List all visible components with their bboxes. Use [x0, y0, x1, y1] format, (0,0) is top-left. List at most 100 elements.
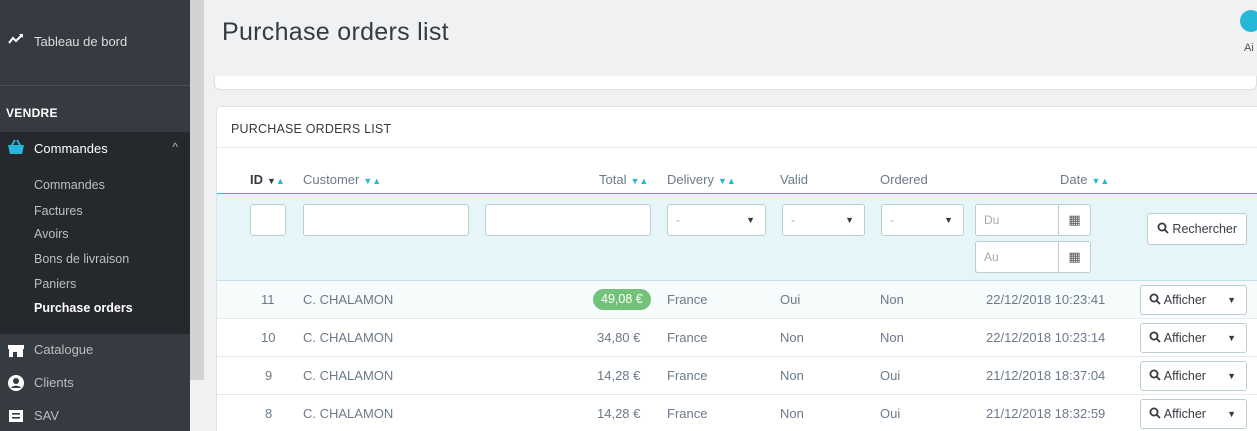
caret-down-icon[interactable]: ▼	[1227, 286, 1236, 314]
cell-id: 9	[265, 368, 273, 383]
view-button[interactable]: Afficher ▼	[1140, 285, 1247, 315]
calendar-icon[interactable]: ▦	[1058, 205, 1090, 235]
message-icon	[6, 406, 26, 426]
sidebar-item-sav[interactable]: SAV	[0, 400, 190, 431]
view-button[interactable]: Afficher ▼	[1140, 361, 1247, 391]
sidebar-subitem-purchase-orders[interactable]: Purchase orders	[34, 301, 133, 315]
zoom-icon	[1149, 331, 1161, 345]
filter-ordered-select[interactable]: - ▼	[881, 204, 964, 236]
zoom-icon	[1149, 369, 1161, 383]
sort-icon[interactable]: ▼▲	[718, 176, 736, 186]
caret-down-icon: ▼	[944, 215, 953, 225]
sidebar-item-clients[interactable]: Clients	[0, 367, 190, 399]
sort-icon[interactable]: ▼▲	[267, 176, 285, 186]
divider	[217, 147, 1257, 148]
caret-down-icon: ▼	[845, 215, 854, 225]
sidebar-item-dashboard[interactable]: Tableau de bord	[0, 0, 190, 86]
filter-valid-select[interactable]: - ▼	[782, 204, 865, 236]
help-label[interactable]: Ai	[1244, 42, 1254, 54]
sort-icon[interactable]: ▼▲	[1091, 176, 1109, 186]
chevron-up-icon: ^	[172, 140, 178, 154]
cell-valid: Non	[780, 406, 804, 421]
column-header-customer[interactable]: Customer ▼▲	[303, 172, 381, 187]
sort-icon[interactable]: ▼▲	[630, 176, 648, 186]
toolbar-card	[214, 76, 1257, 90]
filter-delivery-select[interactable]: - ▼	[667, 204, 766, 236]
zoom-icon	[1149, 293, 1161, 307]
column-header-id[interactable]: ID ▼▲	[250, 172, 285, 187]
column-header-delivery[interactable]: Delivery ▼▲	[667, 172, 736, 187]
sidebar-item-orders[interactable]: Commandes ^	[0, 132, 190, 164]
sidebar-item-label: Commandes	[34, 141, 108, 156]
column-header-label: Total	[599, 172, 627, 187]
cell-customer: C. CHALAMON	[303, 330, 394, 345]
cell-valid: Oui	[780, 292, 801, 307]
view-button-label: Afficher	[1163, 331, 1206, 345]
table-row[interactable]: 8 C. CHALAMON 14,28 € France Non Oui 21/…	[217, 395, 1257, 431]
sidebar-submenu: Commandes Factures Avoirs Bons de livrai…	[0, 164, 190, 334]
view-button[interactable]: Afficher ▼	[1140, 323, 1247, 353]
cell-id: 8	[265, 406, 273, 421]
column-header-label: Date	[1060, 172, 1088, 187]
sidebar-item-label: SAV	[34, 408, 60, 423]
search-icon	[1157, 222, 1172, 236]
column-header-ordered: Ordered	[880, 172, 928, 187]
search-button-label: Rechercher	[1172, 222, 1238, 236]
caret-down-icon[interactable]: ▼	[1227, 324, 1236, 352]
cell-customer: C. CHALAMON	[303, 406, 394, 421]
column-header-total[interactable]: Total ▼▲	[599, 172, 648, 187]
table-row[interactable]: 9 C. CHALAMON 14,28 € France Non Oui 21/…	[217, 357, 1257, 395]
cell-delivery: France	[667, 368, 708, 383]
cell-ordered: Non	[880, 292, 904, 307]
sidebar-item-label: Tableau de bord	[34, 34, 128, 49]
cell-customer: C. CHALAMON	[303, 368, 394, 383]
cell-total: 14,28 €	[597, 406, 641, 421]
basket-icon	[6, 138, 26, 158]
panel-heading: PURCHASE ORDERS LIST	[231, 122, 392, 136]
filter-total-input[interactable]	[485, 204, 651, 236]
date-placeholder: Au	[984, 250, 999, 264]
cell-date: 22/12/2018 10:23:14	[986, 330, 1106, 345]
select-value: -	[676, 213, 680, 227]
filter-row: - ▼ - ▼ - ▼ Du ▦ Au ▦ Rechercher	[217, 193, 1257, 281]
filter-customer-input[interactable]	[303, 204, 469, 236]
view-button-label: Afficher	[1163, 369, 1206, 383]
filter-date-to-input[interactable]: Au ▦	[975, 241, 1091, 273]
sidebar: Tableau de bord VENDRE Commandes ^ Comma…	[0, 0, 190, 431]
calendar-icon[interactable]: ▦	[1058, 242, 1090, 272]
cell-date: 21/12/2018 18:37:04	[986, 368, 1106, 383]
column-header-valid: Valid	[780, 172, 808, 187]
sidebar-subitem-bons-livraison[interactable]: Bons de livraison	[34, 252, 129, 266]
select-value: -	[890, 213, 894, 227]
cell-ordered: Non	[880, 330, 904, 345]
search-button[interactable]: Rechercher	[1147, 213, 1247, 245]
cell-date: 22/12/2018 10:23:41	[986, 292, 1106, 307]
cell-ordered: Oui	[880, 368, 901, 383]
select-value: -	[791, 213, 795, 227]
filter-id-input[interactable]	[250, 204, 286, 236]
table-row[interactable]: 11 C. CHALAMON 49,08 € France Oui Non 22…	[217, 281, 1257, 319]
filter-date-from-input[interactable]: Du ▦	[975, 204, 1091, 236]
cell-id: 10	[261, 330, 276, 345]
help-icon[interactable]	[1240, 10, 1257, 32]
view-button-label: Afficher	[1163, 407, 1206, 421]
trend-icon	[8, 32, 24, 48]
caret-down-icon[interactable]: ▼	[1227, 400, 1236, 428]
sidebar-item-catalogue[interactable]: Catalogue	[0, 334, 190, 366]
sidebar-subitem-commandes[interactable]: Commandes	[34, 178, 105, 192]
cell-valid: Non	[780, 368, 804, 383]
view-button-label: Afficher	[1163, 293, 1206, 307]
caret-down-icon[interactable]: ▼	[1227, 362, 1236, 390]
column-header-date[interactable]: Date ▼▲	[1060, 172, 1109, 187]
table-row[interactable]: 10 C. CHALAMON 34,80 € France Non Non 22…	[217, 319, 1257, 357]
sidebar-section-title: VENDRE	[6, 106, 58, 120]
cell-delivery: France	[667, 292, 708, 307]
sort-icon[interactable]: ▼▲	[363, 176, 381, 186]
total-badge: 49,08 €	[593, 289, 651, 310]
column-header-label: Delivery	[667, 172, 714, 187]
view-button[interactable]: Afficher ▼	[1140, 399, 1247, 429]
sidebar-subitem-avoirs[interactable]: Avoirs	[34, 227, 69, 241]
sidebar-subitem-paniers[interactable]: Paniers	[34, 277, 76, 291]
sidebar-subitem-factures[interactable]: Factures	[34, 204, 83, 218]
sidebar-scrollbar[interactable]	[190, 0, 204, 380]
